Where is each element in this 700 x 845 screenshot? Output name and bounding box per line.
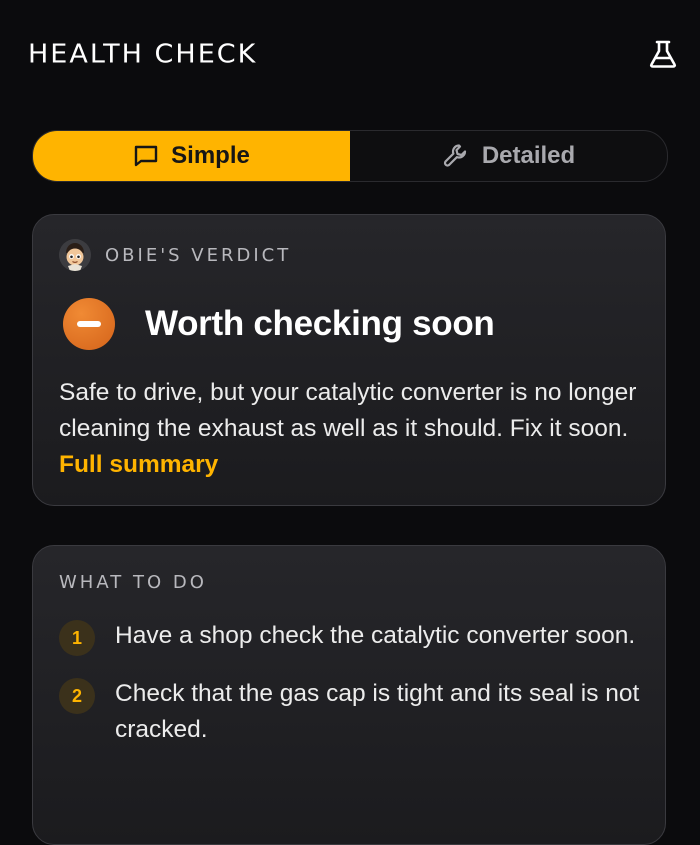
- todo-steps: 1 Have a shop check the catalytic conver…: [59, 618, 645, 768]
- step-number: 2: [59, 678, 95, 714]
- minus-circle-icon: [63, 298, 115, 350]
- step-text: Have a shop check the catalytic converte…: [115, 622, 636, 649]
- tab-simple-label: Simple: [171, 142, 250, 169]
- tab-simple[interactable]: Simple: [33, 131, 350, 181]
- todo-title: WHAT TO DO: [59, 572, 207, 593]
- chat-bubble-icon: [133, 143, 159, 169]
- tab-detailed[interactable]: Detailed: [350, 131, 667, 181]
- verdict-body: Safe to drive, but your catalytic conver…: [59, 375, 649, 483]
- list-item: 2 Check that the gas cap is tight and it…: [59, 676, 645, 748]
- verdict-eyebrow: OBIE'S VERDICT: [105, 244, 292, 266]
- list-item: 1 Have a shop check the catalytic conver…: [59, 618, 645, 656]
- wrench-icon: [442, 142, 470, 170]
- step-text: Check that the gas cap is tight and its …: [115, 680, 640, 743]
- step-number: 1: [59, 620, 95, 656]
- header: HEALTH CHECK: [28, 38, 678, 70]
- avatar: [59, 239, 91, 271]
- view-toggle: Simple Detailed: [32, 130, 668, 182]
- verdict-title: Worth checking soon: [145, 304, 495, 343]
- flask-icon[interactable]: [648, 39, 678, 69]
- verdict-body-text: Safe to drive, but your catalytic conver…: [59, 379, 637, 442]
- full-summary-link[interactable]: Full summary: [59, 451, 218, 478]
- page-title: HEALTH CHECK: [28, 39, 258, 69]
- todo-card: WHAT TO DO 1 Have a shop check the catal…: [32, 545, 666, 845]
- tab-detailed-label: Detailed: [481, 142, 576, 169]
- verdict-card: OBIE'S VERDICT Worth checking soon Safe …: [32, 214, 666, 506]
